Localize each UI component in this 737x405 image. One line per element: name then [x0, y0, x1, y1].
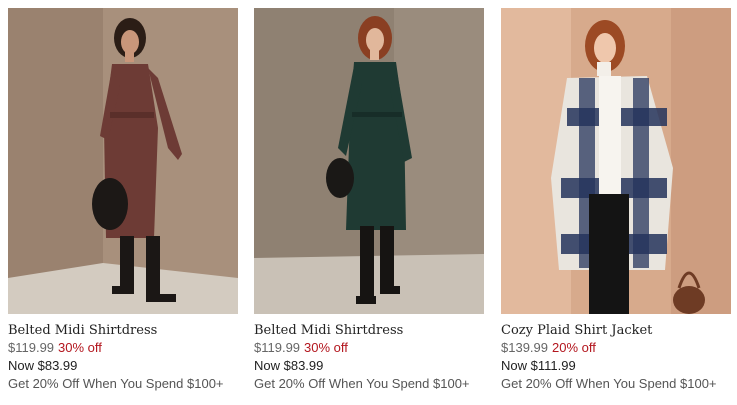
product-photo-green-dress	[254, 8, 484, 314]
price-line: $119.99 30% off	[254, 339, 484, 357]
product-name[interactable]: Belted Midi Shirtdress	[8, 322, 238, 339]
sale-price: Now $111.99	[501, 358, 576, 373]
original-price: $119.99	[8, 340, 55, 355]
discount-badge: 20% off	[552, 340, 596, 355]
discount-badge: 30% off	[304, 340, 348, 355]
product-card[interactable]: Cozy Plaid Shirt Jacket $139.99 20% off N…	[501, 8, 731, 393]
product-grid: Belted Midi Shirtdress $119.99 30% off No…	[0, 0, 737, 405]
original-price: $119.99	[254, 340, 301, 355]
promo-text: Get 20% Off When You Spend $100+	[254, 376, 470, 391]
price-line: $119.99 30% off	[8, 339, 238, 357]
price-line: $139.99 20% off	[501, 339, 731, 357]
product-image[interactable]	[254, 8, 484, 314]
product-image[interactable]	[8, 8, 238, 314]
original-price: $139.99	[501, 340, 548, 355]
sale-price: Now $83.99	[254, 358, 324, 373]
discount-badge: 30% off	[58, 340, 102, 355]
promo-text: Get 20% Off When You Spend $100+	[8, 376, 224, 391]
product-image[interactable]	[501, 8, 731, 314]
sale-price: Now $83.99	[8, 358, 78, 373]
product-card[interactable]: Belted Midi Shirtdress $119.99 30% off No…	[254, 8, 484, 393]
product-photo-plaid-jacket	[501, 8, 731, 314]
product-photo-burgundy-dress	[8, 8, 238, 314]
product-name[interactable]: Belted Midi Shirtdress	[254, 322, 484, 339]
product-card[interactable]: Belted Midi Shirtdress $119.99 30% off No…	[8, 8, 238, 393]
promo-text: Get 20% Off When You Spend $100+	[501, 376, 717, 391]
product-name[interactable]: Cozy Plaid Shirt Jacket	[501, 322, 731, 339]
